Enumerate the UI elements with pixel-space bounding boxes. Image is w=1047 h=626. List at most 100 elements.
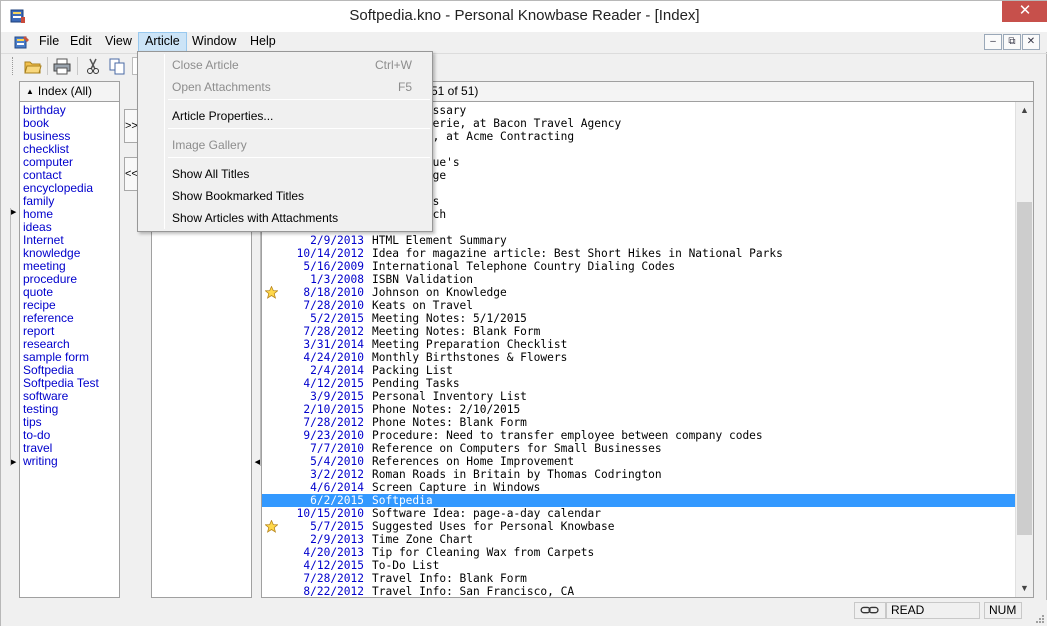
- mdi-minimize-button[interactable]: –: [984, 34, 1002, 50]
- app-window: Softpedia.kno - Personal Knowbase Reader…: [0, 0, 1047, 626]
- article-title: Procedure: Need to transfer employee bet…: [372, 429, 763, 442]
- article-title-row[interactable]: 5/4/2010 References on Home Improvement: [262, 455, 1016, 468]
- menu-separator: [168, 157, 430, 158]
- article-title-row[interactable]: 2/10/2015 Phone Notes: 2/10/2015: [262, 403, 1016, 416]
- article-title-row[interactable]: 3/9/2015 Personal Inventory List: [262, 390, 1016, 403]
- menu-item-article-properties[interactable]: Article Properties...: [140, 106, 430, 126]
- menu-view[interactable]: View: [99, 32, 138, 52]
- article-title-row[interactable]: 4/6/2014 Screen Capture in Windows: [262, 481, 1016, 494]
- article-date: 4/12/2015: [303, 559, 364, 572]
- article-title-row[interactable]: 8/22/2012 Travel Info: San Francisco, CA: [262, 585, 1016, 598]
- article-title: ISBN Validation: [372, 273, 474, 286]
- article-title-row[interactable]: 8/18/2010 Johnson on Knowledge: [262, 285, 1016, 299]
- menu-item-shortcut: F5: [397, 80, 412, 94]
- index-keyword-item[interactable]: writing: [20, 455, 119, 468]
- article-date: 4/6/2014: [310, 481, 364, 494]
- article-title: Roman Roads in Britain by Thomas Codring…: [372, 468, 662, 481]
- article-date: 7/28/2012: [303, 572, 364, 585]
- menu-item-label: Show Articles with Attachments: [172, 211, 339, 225]
- article-title: Screen Capture in Windows: [372, 481, 541, 494]
- article-date: 10/14/2012: [296, 247, 364, 260]
- remove-keyword-button[interactable]: <<: [124, 157, 138, 191]
- article-title: Travel Info: Blank Form: [372, 572, 527, 585]
- article-title-row[interactable]: 3/31/2014 Meeting Preparation Checklist: [262, 338, 1016, 351]
- article-title: HTML Element Summary: [372, 234, 507, 247]
- article-date: 1/3/2008: [310, 273, 364, 286]
- left-splitter[interactable]: ▶ ▶: [10, 208, 17, 466]
- resize-grip-icon[interactable]: [1034, 613, 1044, 623]
- article-title-row[interactable]: 6/2/2015 Softpedia: [262, 494, 1016, 507]
- article-title-row[interactable]: 7/28/2012 Phone Notes: Blank Form: [262, 416, 1016, 429]
- keyword-index-list[interactable]: birthday book business checklist computer con…: [19, 102, 120, 598]
- article-title: Pending Tasks: [372, 377, 460, 390]
- article-title-row[interactable]: 7/28/2012 Meeting Notes: Blank Form: [262, 325, 1016, 338]
- mdi-restore-button[interactable]: ⧉: [1003, 34, 1021, 50]
- article-title: Tip for Cleaning Wax from Carpets: [372, 546, 595, 559]
- article-title: Idea for magazine article: Best Short Hi…: [372, 247, 783, 260]
- menu-edit[interactable]: Edit: [64, 32, 98, 52]
- article-title: Travel Info: San Francisco, CA: [372, 585, 575, 598]
- article-title-row[interactable]: 10/14/2012 Idea for magazine article: Bes…: [262, 247, 1016, 260]
- scrollbar-thumb[interactable]: [1017, 202, 1032, 535]
- article-title-row[interactable]: 4/12/2015 To-Do List: [262, 559, 1016, 572]
- menu-item-label: Article Properties...: [172, 109, 274, 123]
- article-title-row[interactable]: 3/2/2012 Roman Roads in Britain by Thomas…: [262, 468, 1016, 481]
- menu-item-show-all-titles[interactable]: Show All Titles: [140, 164, 430, 184]
- article-title-row[interactable]: 2/9/2013 Time Zone Chart: [262, 533, 1016, 546]
- toolbar-grip[interactable]: [12, 57, 15, 75]
- menu-help[interactable]: Help: [244, 32, 282, 52]
- titles-scrollbar[interactable]: ▲ ▼: [1015, 102, 1033, 597]
- article-title-row[interactable]: 4/20/2013 Tip for Cleaning Wax from Carpe…: [262, 546, 1016, 559]
- article-date: 6/2/2015: [310, 494, 364, 507]
- menu-item-close-article[interactable]: Close Article Ctrl+W: [140, 55, 430, 75]
- mdi-close-button[interactable]: ✕: [1022, 34, 1040, 50]
- article-title: International Telephone Country Dialing …: [372, 260, 676, 273]
- article-title-row[interactable]: 7/28/2012 Travel Info: Blank Form: [262, 572, 1016, 585]
- article-title: Suggested Uses for Personal Knowbase: [372, 520, 615, 533]
- article-date: 2/4/2014: [310, 364, 364, 377]
- open-folder-icon[interactable]: [24, 57, 42, 75]
- scroll-up-icon[interactable]: ▲: [1016, 102, 1033, 119]
- menu-article[interactable]: Article: [138, 32, 187, 52]
- toolbar-separator: [77, 57, 78, 75]
- article-title-row[interactable]: 2/9/2013 HTML Element Summary: [262, 234, 1016, 247]
- menu-separator: [168, 99, 430, 100]
- article-title-row[interactable]: 4/12/2015 Pending Tasks: [262, 377, 1016, 390]
- menu-item-open-attachments[interactable]: Open Attachments F5: [140, 77, 430, 97]
- menu-item-show-articles-with-attachments[interactable]: Show Articles with Attachments: [140, 208, 430, 228]
- article-title: Meeting Preparation Checklist: [372, 338, 568, 351]
- article-date: 5/2/2015: [310, 312, 364, 325]
- menu-file[interactable]: File: [33, 32, 65, 52]
- article-title-row[interactable]: 7/7/2010 Reference on Computers for Small…: [262, 442, 1016, 455]
- article-title: To-Do List: [372, 559, 440, 572]
- index-header[interactable]: ▲ Index (All): [19, 81, 120, 102]
- article-date: 5/7/2015: [310, 520, 364, 533]
- print-icon[interactable]: [53, 57, 71, 75]
- article-title: Phone Notes: Blank Form: [372, 416, 527, 429]
- article-title-row[interactable]: 4/24/2010 Monthly Birthstones & Flowers: [262, 351, 1016, 364]
- add-keyword-button[interactable]: >>: [124, 109, 138, 143]
- article-title-row[interactable]: 5/16/2009 International Telephone Country…: [262, 260, 1016, 273]
- right-splitter[interactable]: ◀ ◀: [254, 208, 261, 466]
- menu-item-show-bookmarked-titles[interactable]: Show Bookmarked Titles: [140, 186, 430, 206]
- article-title-row[interactable]: 1/3/2008 ISBN Validation: [262, 273, 1016, 286]
- menu-item-label: Show All Titles: [172, 167, 250, 181]
- article-title-row[interactable]: 10/15/2010 Software Idea: page-a-day cale…: [262, 507, 1016, 520]
- article-title-row[interactable]: 9/23/2010 Procedure: Need to transfer emp…: [262, 429, 1016, 442]
- document-menu-icon[interactable]: [13, 34, 31, 50]
- cut-icon[interactable]: [84, 57, 102, 75]
- article-title: Keats on Travel: [372, 299, 474, 312]
- close-window-button[interactable]: ✕: [1002, 1, 1047, 22]
- article-title-row[interactable]: 7/28/2010 Keats on Travel: [262, 299, 1016, 312]
- article-date: 7/7/2010: [310, 442, 364, 455]
- menu-item-image-gallery[interactable]: Image Gallery: [140, 135, 430, 155]
- article-title-row[interactable]: 2/4/2014 Packing List: [262, 364, 1016, 377]
- scroll-down-icon[interactable]: ▼: [1016, 580, 1033, 597]
- copy-icon[interactable]: [108, 57, 126, 75]
- article-date: 2/9/2013: [310, 533, 364, 546]
- article-title-row[interactable]: 5/7/2015 Suggested Uses for Personal Know…: [262, 519, 1016, 533]
- article-date: 5/16/2009: [303, 260, 364, 273]
- article-title: Meeting Notes: 5/1/2015: [372, 312, 527, 325]
- menu-window[interactable]: Window: [186, 32, 242, 52]
- article-title-row[interactable]: 5/2/2015 Meeting Notes: 5/1/2015: [262, 312, 1016, 325]
